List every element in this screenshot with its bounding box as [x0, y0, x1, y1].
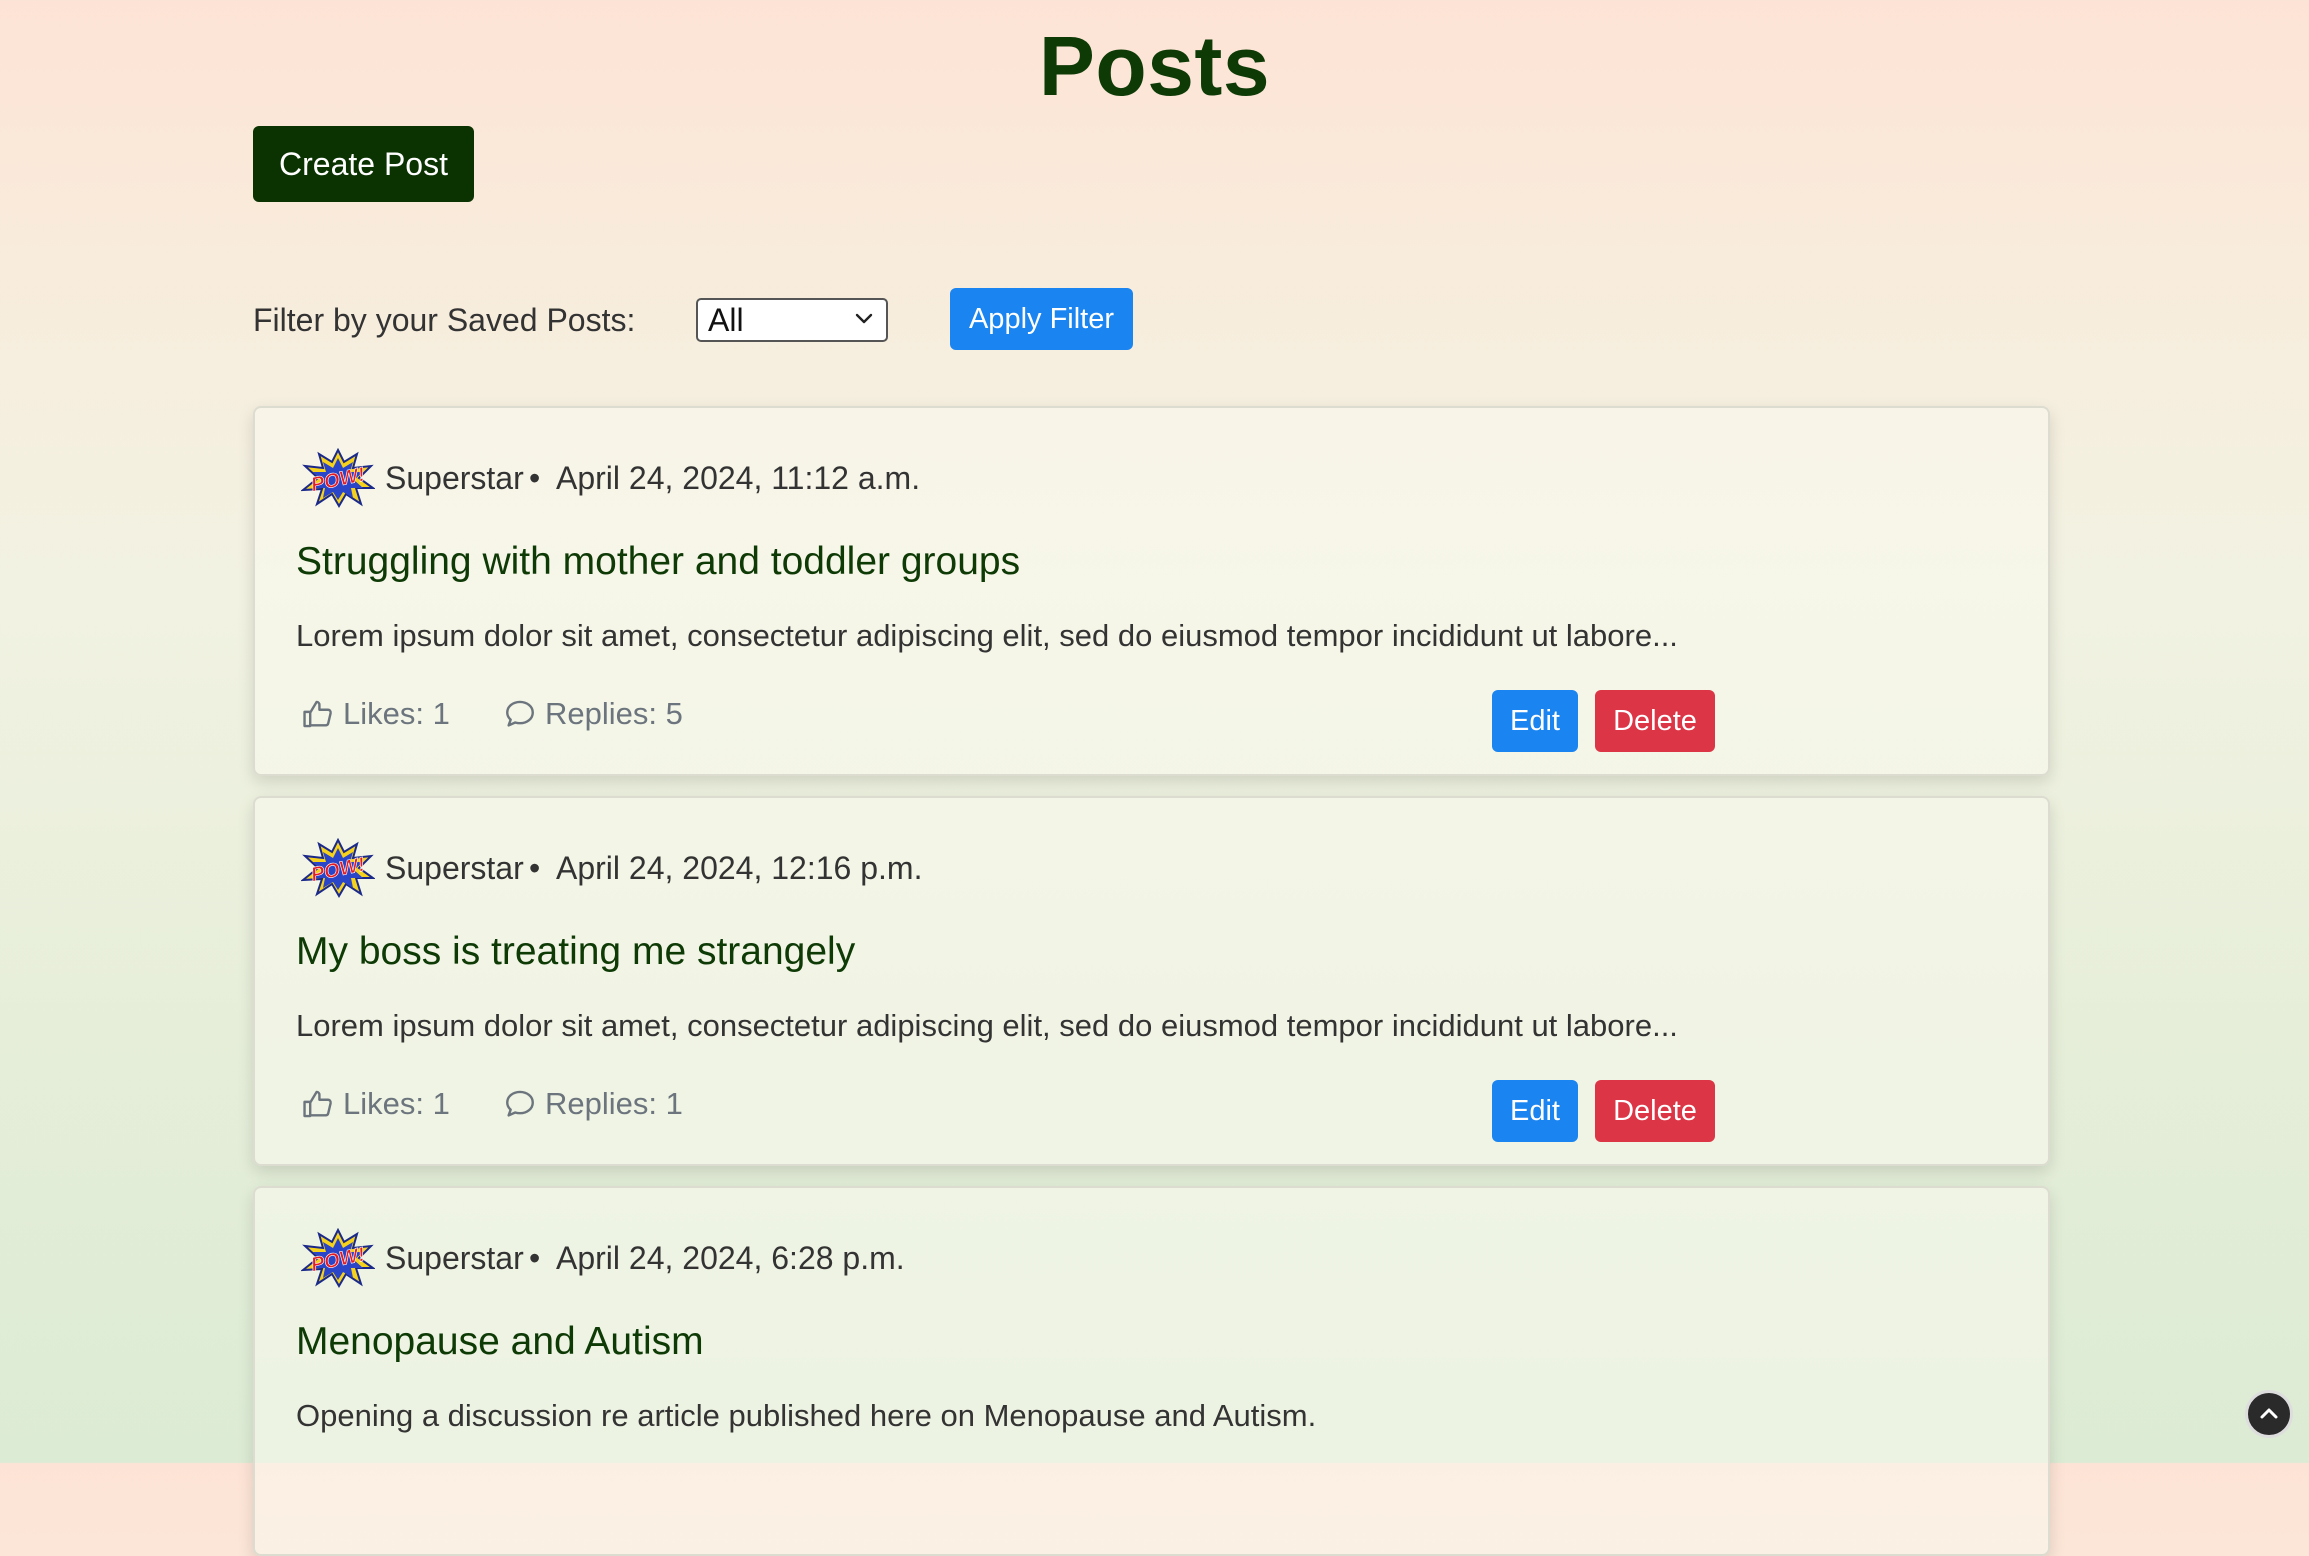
- delete-post-button[interactable]: Delete: [1595, 1080, 1715, 1142]
- saved-posts-select[interactable]: All: [696, 298, 888, 342]
- edit-post-button[interactable]: Edit: [1492, 1080, 1578, 1142]
- likes-button[interactable]: Likes: 1: [301, 696, 450, 732]
- likes-button[interactable]: Likes: 1: [301, 1086, 450, 1122]
- avatar[interactable]: POW!: [301, 838, 375, 898]
- chevron-up-icon: [2260, 1408, 2278, 1419]
- meta-separator: •: [529, 460, 541, 496]
- post-card: POW! Superstar • April 24, 2024, 6:28 p.…: [253, 1186, 2050, 1556]
- post-excerpt: Opening a discussion re article publishe…: [296, 1398, 1317, 1433]
- post-date: April 24, 2024, 12:16 p.m.: [556, 850, 923, 886]
- chevron-down-icon: [855, 313, 873, 324]
- post-author[interactable]: Superstar: [385, 460, 524, 497]
- post-author[interactable]: Superstar: [385, 850, 524, 887]
- apply-filter-button[interactable]: Apply Filter: [950, 288, 1133, 350]
- edit-post-button[interactable]: Edit: [1492, 690, 1578, 752]
- post-excerpt: Lorem ipsum dolor sit amet, consectetur …: [296, 1008, 1678, 1043]
- post-date: April 24, 2024, 11:12 a.m.: [556, 460, 921, 496]
- replies-count: Replies: 5: [545, 696, 683, 731]
- meta-separator: •: [529, 850, 541, 886]
- likes-count: Likes: 1: [343, 1086, 450, 1121]
- post-title-link[interactable]: Menopause and Autism: [296, 1320, 704, 1364]
- likes-count: Likes: 1: [343, 696, 450, 731]
- filter-label: Filter by your Saved Posts:: [253, 302, 636, 338]
- chat-bubble-icon: [506, 700, 534, 727]
- thumbs-up-icon: [303, 700, 332, 728]
- scroll-to-top-button[interactable]: [2245, 1390, 2293, 1438]
- page-title: Posts: [1038, 19, 1271, 113]
- avatar[interactable]: POW!: [301, 1228, 375, 1288]
- replies-button[interactable]: Replies: 5: [503, 696, 683, 732]
- create-post-button[interactable]: Create Post: [253, 126, 474, 202]
- post-title-link[interactable]: Struggling with mother and toddler group…: [296, 540, 1020, 584]
- thumbs-up-icon: [303, 1090, 332, 1118]
- saved-posts-select-value: All: [708, 302, 744, 338]
- replies-button[interactable]: Replies: 1: [503, 1086, 683, 1122]
- delete-post-button[interactable]: Delete: [1595, 690, 1715, 752]
- post-date: April 24, 2024, 6:28 p.m.: [556, 1240, 905, 1276]
- meta-separator: •: [529, 1240, 541, 1276]
- post-card: POW! Superstar • April 24, 2024, 11:12 a…: [253, 406, 2050, 776]
- chat-bubble-icon: [506, 1090, 534, 1117]
- post-excerpt: Lorem ipsum dolor sit amet, consectetur …: [296, 618, 1678, 653]
- replies-count: Replies: 1: [545, 1086, 683, 1121]
- post-title-link[interactable]: My boss is treating me strangely: [296, 930, 855, 974]
- avatar[interactable]: POW!: [301, 448, 375, 508]
- post-card: POW! Superstar • April 24, 2024, 12:16 p…: [253, 796, 2050, 1166]
- post-author[interactable]: Superstar: [385, 1240, 524, 1277]
- filter-bar: Filter by your Saved Posts: All Apply Fi…: [253, 288, 1253, 352]
